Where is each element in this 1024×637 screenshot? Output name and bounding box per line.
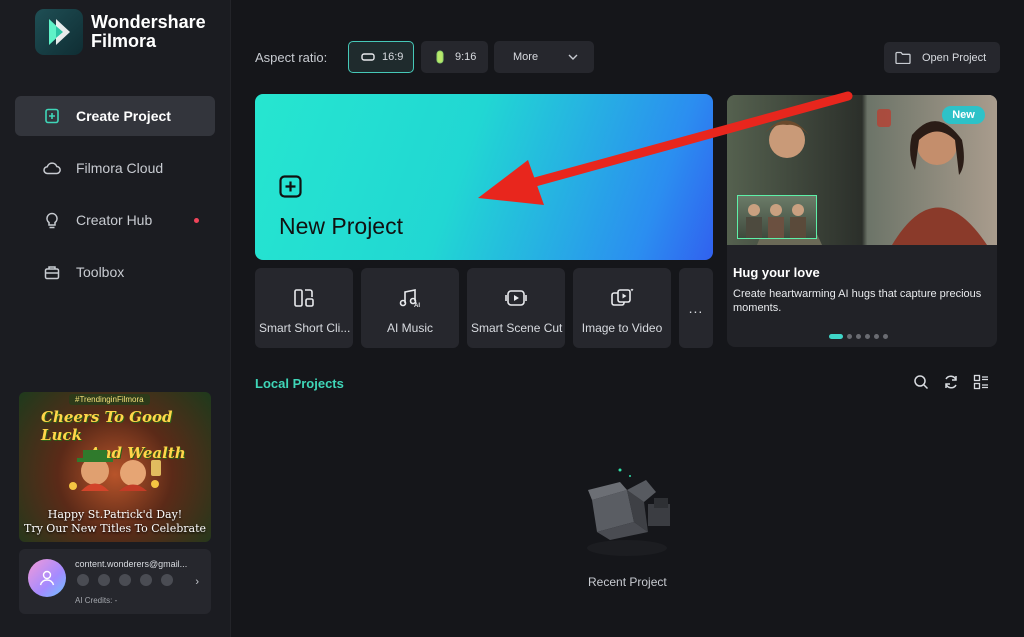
tool-label: AI Music bbox=[386, 321, 433, 335]
landscape-icon bbox=[361, 53, 375, 61]
feature-description: Create heartwarming AI hugs that capture… bbox=[733, 288, 982, 313]
folder-icon bbox=[895, 51, 911, 64]
tool-ai-music[interactable]: AI AI Music bbox=[361, 268, 459, 348]
carousel-dots bbox=[829, 334, 888, 339]
sidebar-item-toolbox[interactable]: Toolbox bbox=[15, 252, 215, 292]
svg-text:AI: AI bbox=[414, 303, 420, 308]
ai-credits: AI Credits: - bbox=[75, 596, 118, 605]
feature-carousel-card[interactable]: New Hug your love Create heartwarming AI… bbox=[727, 95, 997, 347]
sidebar-item-label: Creator Hub bbox=[76, 212, 153, 228]
search-icon[interactable] bbox=[913, 374, 929, 390]
local-projects-title: Local Projects bbox=[255, 376, 344, 391]
promo-footer: Happy St.Patrick'd Day! Try Our New Titl… bbox=[24, 508, 206, 535]
sidebar-item-label: Filmora Cloud bbox=[76, 160, 164, 176]
recent-project-label: Recent Project bbox=[588, 575, 667, 589]
chevron-right-icon: › bbox=[195, 576, 199, 588]
sidebar-item-label: Create Project bbox=[76, 108, 171, 124]
open-project-button[interactable]: Open Project bbox=[884, 42, 1000, 73]
carousel-dot[interactable] bbox=[847, 334, 852, 339]
new-badge: New bbox=[942, 106, 985, 124]
create-project-icon bbox=[42, 106, 62, 126]
carousel-dot[interactable] bbox=[856, 334, 861, 339]
portrait-icon bbox=[436, 50, 444, 64]
notification-dot bbox=[194, 218, 199, 223]
membership-badge-icon bbox=[77, 574, 89, 586]
sidebar: Wondershare Filmora Create Project Filmo… bbox=[0, 0, 231, 637]
account-card[interactable]: content.wonderers@gmail... › AI Credits:… bbox=[19, 549, 211, 614]
sidebar-item-create-project[interactable]: Create Project bbox=[15, 96, 215, 136]
cloud-icon bbox=[42, 158, 62, 178]
membership-badge-icon bbox=[140, 574, 152, 586]
tool-image-to-video[interactable]: Image to Video bbox=[573, 268, 671, 348]
sidebar-item-creator-hub[interactable]: Creator Hub bbox=[15, 200, 215, 240]
lightbulb-icon bbox=[42, 210, 62, 230]
membership-badge-icon bbox=[119, 574, 131, 586]
ai-music-icon: AI bbox=[399, 289, 420, 308]
carousel-dot[interactable] bbox=[874, 334, 879, 339]
carousel-dot[interactable] bbox=[865, 334, 870, 339]
promo-tag: #TrendinginFilmora bbox=[69, 394, 150, 405]
tool-smart-scene-cut[interactable]: Smart Scene Cut bbox=[467, 268, 565, 348]
smart-short-clips-icon bbox=[294, 289, 314, 307]
aspect-more-dropdown[interactable]: More bbox=[494, 41, 594, 73]
feature-thumbnail bbox=[737, 195, 817, 239]
image-to-video-icon bbox=[611, 288, 634, 306]
tool-label: Smart Short Cli... bbox=[259, 321, 351, 335]
aspect-9-16-button[interactable]: 9:16 bbox=[421, 41, 488, 73]
add-icon bbox=[279, 175, 302, 198]
tool-label: Smart Scene Cut bbox=[471, 321, 563, 335]
account-email: content.wonderers@gmail... bbox=[75, 559, 188, 569]
local-projects-toolbar bbox=[913, 374, 989, 390]
membership-badge-icon bbox=[98, 574, 110, 586]
thumbnail-photo-icon bbox=[746, 204, 806, 238]
aspect-16-9-button[interactable]: 16:9 bbox=[348, 41, 414, 73]
carousel-dot[interactable] bbox=[883, 334, 888, 339]
scene-cut-icon bbox=[505, 290, 527, 306]
membership-icons bbox=[77, 574, 173, 586]
more-tools-button[interactable]: ... bbox=[679, 268, 713, 348]
list-view-icon[interactable] bbox=[973, 374, 989, 390]
sidebar-item-filmora-cloud[interactable]: Filmora Cloud bbox=[15, 148, 215, 188]
avatar bbox=[28, 559, 66, 597]
carousel-dot-active[interactable] bbox=[829, 334, 843, 339]
tool-smart-short-clips[interactable]: Smart Short Cli... bbox=[255, 268, 353, 348]
filmora-logo-icon bbox=[35, 9, 83, 55]
sidebar-item-label: Toolbox bbox=[76, 264, 125, 280]
feature-title: Hug your love bbox=[733, 265, 820, 280]
new-project-card[interactable]: New Project bbox=[255, 94, 713, 260]
toolbox-icon bbox=[42, 262, 62, 282]
empty-box-icon bbox=[587, 468, 670, 556]
membership-badge-icon bbox=[161, 574, 173, 586]
promo-banner[interactable]: #TrendinginFilmora Cheers To Good Luck A… bbox=[19, 392, 211, 542]
brand-name: Wondershare Filmora bbox=[91, 12, 206, 51]
tool-label: Image to Video bbox=[581, 321, 663, 335]
chevron-down-icon bbox=[568, 54, 578, 60]
refresh-icon[interactable] bbox=[943, 374, 959, 390]
aspect-ratio-label: Aspect ratio: bbox=[255, 50, 328, 65]
leprechaun-illustration-icon bbox=[69, 450, 161, 491]
new-project-title: New Project bbox=[279, 213, 403, 239]
user-icon bbox=[39, 570, 55, 586]
